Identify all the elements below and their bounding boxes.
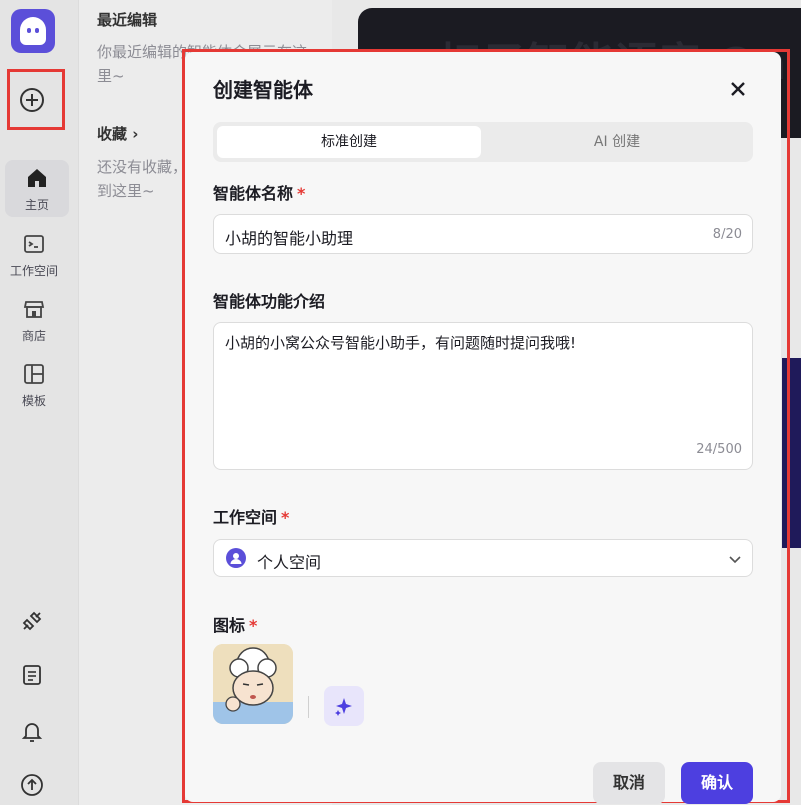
sparkle-icon [335, 698, 352, 716]
recent-title: 最近编辑 [97, 11, 158, 29]
workspace-label-text: 工作空间 [213, 508, 278, 527]
rail-item-label: 主页 [24, 198, 49, 212]
agent-name-value: 小胡的智能小助理 [225, 229, 354, 248]
rail-item-label: 模板 [21, 394, 46, 408]
workspace-value: 个人空间 [257, 553, 322, 572]
ai-generate-icon-button[interactable] [324, 686, 364, 726]
favorites-title[interactable]: 收藏 › [97, 123, 138, 144]
rail-item-template[interactable]: 模板 [0, 362, 68, 409]
confirm-button[interactable]: 确认 [681, 762, 753, 804]
rail-item-label: 商店 [21, 329, 46, 343]
home-icon [28, 169, 46, 187]
user-avatar-icon [226, 548, 246, 568]
name-label: 智能体名称 * [213, 180, 305, 204]
icon-label-text: 图标 [213, 616, 246, 635]
chevron-down-icon [729, 556, 741, 564]
cancel-button[interactable]: 取消 [593, 762, 665, 804]
tab-ai-create[interactable]: AI 创建 [485, 126, 749, 158]
document-icon[interactable] [20, 663, 44, 687]
workspace-label: 工作空间 * [213, 504, 289, 528]
upload-arrow-icon[interactable] [20, 773, 44, 797]
required-mark: * [249, 616, 258, 635]
agent-description-value: 小胡的小窝公众号智能小助手，有问题随时提问我哦! [225, 334, 577, 352]
desc-label: 智能体功能介绍 [213, 292, 326, 311]
create-mode-tabs: 标准创建 AI 创建 [213, 122, 753, 162]
dialog-title: 创建智能体 [213, 78, 313, 102]
name-char-count: 8/20 [712, 227, 742, 242]
rail-item-label: 工作空间 [9, 264, 58, 278]
agent-avatar-image[interactable] [213, 644, 293, 724]
close-icon[interactable] [725, 76, 751, 102]
rail-item-home[interactable]: 主页 [5, 160, 69, 217]
divider [308, 696, 309, 718]
required-mark: * [281, 508, 290, 527]
workspace-select[interactable]: 个人空间 [213, 539, 753, 577]
bell-icon[interactable] [20, 719, 44, 743]
store-icon [23, 301, 45, 318]
template-icon [24, 364, 44, 384]
rail-item-store[interactable]: 商店 [0, 297, 68, 344]
icon-label: 图标 * [213, 612, 257, 636]
create-agent-dialog: 创建智能体 标准创建 AI 创建 智能体名称 * 小胡的智能小助理 8/20 智能… [185, 52, 781, 804]
required-mark: * [297, 184, 306, 203]
tab-standard-create[interactable]: 标准创建 [217, 126, 481, 158]
name-label-text: 智能体名称 [213, 184, 294, 203]
terminal-folder-icon [24, 235, 44, 253]
agent-name-input[interactable]: 小胡的智能小助理 8/20 [213, 214, 753, 254]
plugin-icon[interactable] [20, 609, 44, 633]
agent-description-textarea[interactable]: 小胡的小窝公众号智能小助手，有问题随时提问我哦! 24/500 [213, 322, 753, 470]
app-logo[interactable] [11, 9, 55, 53]
desc-char-count: 24/500 [696, 442, 742, 457]
add-button-highlight [7, 69, 65, 130]
rail-item-workspace[interactable]: 工作空间 [0, 232, 68, 279]
